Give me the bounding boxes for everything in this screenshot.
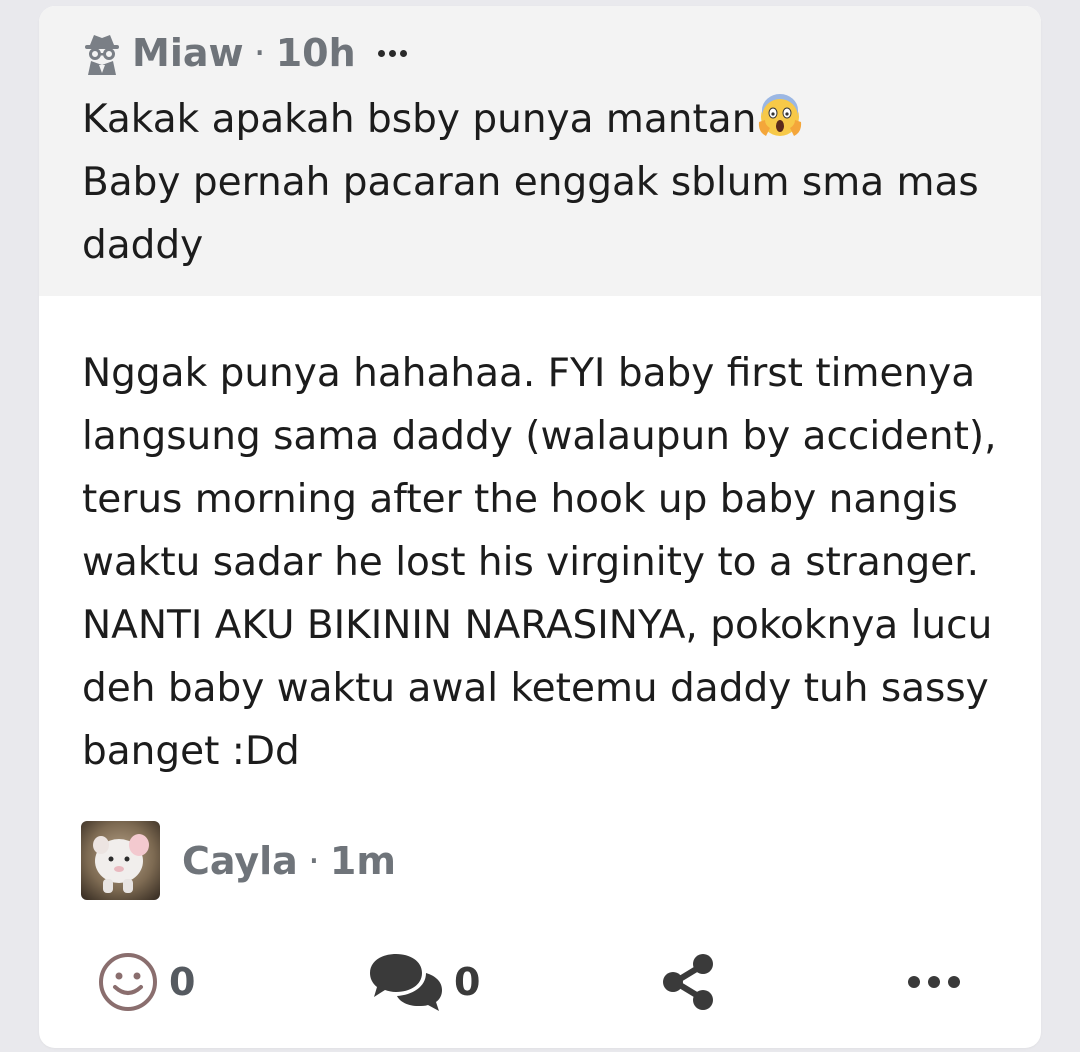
author-meta: Cayla · 1m bbox=[182, 839, 396, 883]
face-screaming-in-fear-emoji bbox=[759, 94, 802, 136]
avatar-image bbox=[81, 821, 160, 900]
share-icon bbox=[663, 954, 713, 1010]
answer-card: Miaw · 10h Kakak apakah bsby punya manta… bbox=[39, 6, 1041, 1048]
comments-button[interactable]: 0 bbox=[366, 942, 480, 1022]
dot bbox=[399, 49, 407, 57]
meta-separator: · bbox=[307, 838, 320, 883]
action-bar: 0 0 bbox=[39, 942, 1041, 1022]
reaction-button[interactable]: 0 bbox=[97, 942, 195, 1022]
smiley-face-icon bbox=[99, 953, 157, 1011]
asker-name[interactable]: Miaw bbox=[132, 31, 244, 75]
question-text: Kakak apakah bsby punya mantan Baby pern… bbox=[82, 88, 1001, 277]
question-time: 10h bbox=[275, 31, 356, 75]
author-row: Cayla · 1m bbox=[81, 821, 396, 900]
speech-bubbles-icon bbox=[370, 954, 442, 1011]
asker-row: Miaw · 10h bbox=[82, 28, 1001, 78]
answer-time: 1m bbox=[329, 838, 396, 883]
answer-text: Nggak punya hahahaa. FYI baby first time… bbox=[82, 351, 997, 774]
comments-count: 0 bbox=[454, 960, 481, 1004]
more-options-button[interactable] bbox=[907, 942, 961, 1022]
question-more-button[interactable] bbox=[377, 49, 407, 57]
meta-separator: · bbox=[253, 31, 266, 75]
question-block: Miaw · 10h Kakak apakah bsby punya manta… bbox=[39, 6, 1041, 296]
dot bbox=[377, 49, 385, 57]
incognito-spy-icon bbox=[85, 35, 119, 75]
question-line-2: Baby pernah pacaran enggak sblum sma mas… bbox=[82, 160, 979, 268]
dot bbox=[388, 49, 396, 57]
share-button[interactable] bbox=[661, 942, 717, 1022]
author-name[interactable]: Cayla bbox=[182, 839, 298, 883]
reaction-count: 0 bbox=[169, 960, 196, 1004]
question-line-1: Kakak apakah bsby punya mantan bbox=[82, 97, 757, 142]
avatar[interactable] bbox=[81, 821, 160, 900]
more-dots-icon bbox=[908, 976, 960, 988]
